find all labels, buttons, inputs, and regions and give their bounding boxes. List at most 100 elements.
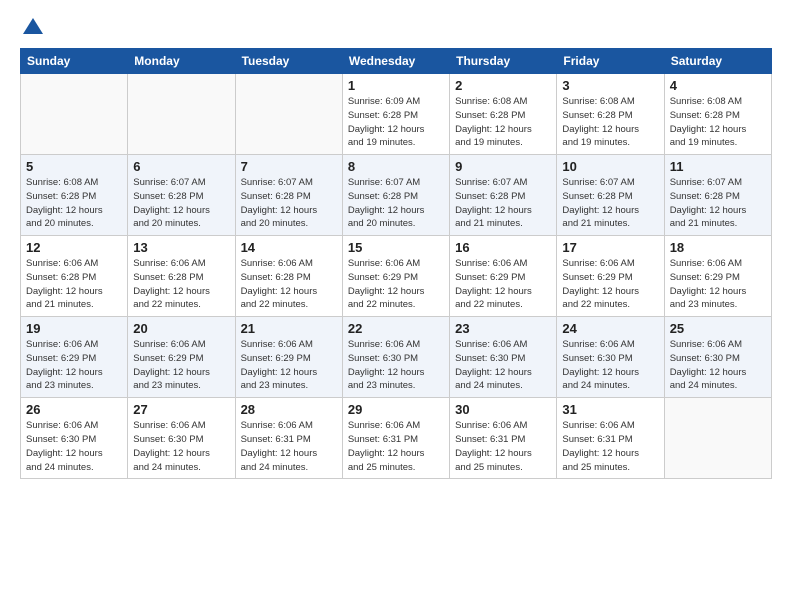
weekday-header-thursday: Thursday bbox=[450, 49, 557, 74]
day-number: 29 bbox=[348, 402, 444, 417]
day-info: Sunrise: 6:07 AM Sunset: 6:28 PM Dayligh… bbox=[348, 176, 444, 231]
day-info: Sunrise: 6:06 AM Sunset: 6:28 PM Dayligh… bbox=[133, 257, 229, 312]
calendar-cell: 3Sunrise: 6:08 AM Sunset: 6:28 PM Daylig… bbox=[557, 74, 664, 155]
day-number: 6 bbox=[133, 159, 229, 174]
calendar-cell: 1Sunrise: 6:09 AM Sunset: 6:28 PM Daylig… bbox=[342, 74, 449, 155]
calendar-cell bbox=[235, 74, 342, 155]
day-number: 19 bbox=[26, 321, 122, 336]
day-info: Sunrise: 6:06 AM Sunset: 6:29 PM Dayligh… bbox=[562, 257, 658, 312]
calendar-cell bbox=[128, 74, 235, 155]
day-info: Sunrise: 6:06 AM Sunset: 6:31 PM Dayligh… bbox=[241, 419, 337, 474]
day-number: 17 bbox=[562, 240, 658, 255]
calendar-cell: 9 Sunrise: 6:07 AM Sunset: 6:28 PM Daylig… bbox=[450, 155, 557, 236]
day-info: Sunrise: 6:06 AM Sunset: 6:31 PM Dayligh… bbox=[455, 419, 551, 474]
day-info: Sunrise: 6:06 AM Sunset: 6:28 PM Dayligh… bbox=[241, 257, 337, 312]
calendar-cell: 21 Sunrise: 6:06 AM Sunset: 6:29 PM Dayli… bbox=[235, 317, 342, 398]
day-number: 9 bbox=[455, 159, 551, 174]
day-number: 27 bbox=[133, 402, 229, 417]
day-number: 10 bbox=[562, 159, 658, 174]
calendar-cell: 2Sunrise: 6:08 AM Sunset: 6:28 PM Daylig… bbox=[450, 74, 557, 155]
day-info: Sunrise: 6:08 AM Sunset: 6:28 PM Dayligh… bbox=[455, 95, 551, 150]
day-info: Sunrise: 6:06 AM Sunset: 6:29 PM Dayligh… bbox=[133, 338, 229, 393]
day-info: Sunrise: 6:08 AM Sunset: 6:28 PM Dayligh… bbox=[670, 95, 766, 150]
day-info: Sunrise: 6:08 AM Sunset: 6:28 PM Dayligh… bbox=[26, 176, 122, 231]
day-info: Sunrise: 6:06 AM Sunset: 6:28 PM Dayligh… bbox=[26, 257, 122, 312]
day-number: 4 bbox=[670, 78, 766, 93]
day-number: 18 bbox=[670, 240, 766, 255]
day-info: Sunrise: 6:07 AM Sunset: 6:28 PM Dayligh… bbox=[241, 176, 337, 231]
calendar-cell: 25 Sunrise: 6:06 AM Sunset: 6:30 PM Dayli… bbox=[664, 317, 771, 398]
day-number: 23 bbox=[455, 321, 551, 336]
day-number: 13 bbox=[133, 240, 229, 255]
calendar-cell: 23 Sunrise: 6:06 AM Sunset: 6:30 PM Dayli… bbox=[450, 317, 557, 398]
calendar-week-row: 19 Sunrise: 6:06 AM Sunset: 6:29 PM Dayli… bbox=[21, 317, 772, 398]
calendar-cell: 22 Sunrise: 6:06 AM Sunset: 6:30 PM Dayli… bbox=[342, 317, 449, 398]
day-number: 11 bbox=[670, 159, 766, 174]
day-info: Sunrise: 6:06 AM Sunset: 6:30 PM Dayligh… bbox=[562, 338, 658, 393]
calendar-table: SundayMondayTuesdayWednesdayThursdayFrid… bbox=[20, 48, 772, 479]
day-info: Sunrise: 6:06 AM Sunset: 6:30 PM Dayligh… bbox=[348, 338, 444, 393]
calendar-cell: 10Sunrise: 6:07 AM Sunset: 6:28 PM Dayli… bbox=[557, 155, 664, 236]
logo bbox=[20, 16, 44, 38]
day-info: Sunrise: 6:06 AM Sunset: 6:29 PM Dayligh… bbox=[26, 338, 122, 393]
day-info: Sunrise: 6:06 AM Sunset: 6:30 PM Dayligh… bbox=[133, 419, 229, 474]
day-info: Sunrise: 6:06 AM Sunset: 6:31 PM Dayligh… bbox=[562, 419, 658, 474]
header bbox=[20, 16, 772, 38]
day-info: Sunrise: 6:07 AM Sunset: 6:28 PM Dayligh… bbox=[670, 176, 766, 231]
calendar-cell: 13 Sunrise: 6:06 AM Sunset: 6:28 PM Dayli… bbox=[128, 236, 235, 317]
calendar-cell: 15 Sunrise: 6:06 AM Sunset: 6:29 PM Dayli… bbox=[342, 236, 449, 317]
day-info: Sunrise: 6:06 AM Sunset: 6:29 PM Dayligh… bbox=[455, 257, 551, 312]
calendar-week-row: 12 Sunrise: 6:06 AM Sunset: 6:28 PM Dayli… bbox=[21, 236, 772, 317]
day-info: Sunrise: 6:06 AM Sunset: 6:29 PM Dayligh… bbox=[670, 257, 766, 312]
calendar-week-row: 1Sunrise: 6:09 AM Sunset: 6:28 PM Daylig… bbox=[21, 74, 772, 155]
calendar-cell: 7 Sunrise: 6:07 AM Sunset: 6:28 PM Daylig… bbox=[235, 155, 342, 236]
day-number: 21 bbox=[241, 321, 337, 336]
day-number: 30 bbox=[455, 402, 551, 417]
weekday-header-sunday: Sunday bbox=[21, 49, 128, 74]
weekday-header-saturday: Saturday bbox=[664, 49, 771, 74]
day-number: 14 bbox=[241, 240, 337, 255]
calendar-cell: 4 Sunrise: 6:08 AM Sunset: 6:28 PM Daylig… bbox=[664, 74, 771, 155]
calendar-cell: 5 Sunrise: 6:08 AM Sunset: 6:28 PM Daylig… bbox=[21, 155, 128, 236]
day-info: Sunrise: 6:07 AM Sunset: 6:28 PM Dayligh… bbox=[133, 176, 229, 231]
calendar-cell bbox=[664, 398, 771, 479]
weekday-header-tuesday: Tuesday bbox=[235, 49, 342, 74]
calendar-cell bbox=[21, 74, 128, 155]
weekday-header-monday: Monday bbox=[128, 49, 235, 74]
calendar-cell: 31 Sunrise: 6:06 AM Sunset: 6:31 PM Dayli… bbox=[557, 398, 664, 479]
day-number: 31 bbox=[562, 402, 658, 417]
calendar-cell: 11 Sunrise: 6:07 AM Sunset: 6:28 PM Dayli… bbox=[664, 155, 771, 236]
day-number: 22 bbox=[348, 321, 444, 336]
calendar-cell: 20 Sunrise: 6:06 AM Sunset: 6:29 PM Dayli… bbox=[128, 317, 235, 398]
calendar-cell: 8 Sunrise: 6:07 AM Sunset: 6:28 PM Daylig… bbox=[342, 155, 449, 236]
day-number: 8 bbox=[348, 159, 444, 174]
calendar-cell: 29Sunrise: 6:06 AM Sunset: 6:31 PM Dayli… bbox=[342, 398, 449, 479]
calendar-week-row: 5 Sunrise: 6:08 AM Sunset: 6:28 PM Daylig… bbox=[21, 155, 772, 236]
calendar-cell: 6 Sunrise: 6:07 AM Sunset: 6:28 PM Daylig… bbox=[128, 155, 235, 236]
calendar-cell: 28Sunrise: 6:06 AM Sunset: 6:31 PM Dayli… bbox=[235, 398, 342, 479]
day-info: Sunrise: 6:09 AM Sunset: 6:28 PM Dayligh… bbox=[348, 95, 444, 150]
day-info: Sunrise: 6:06 AM Sunset: 6:30 PM Dayligh… bbox=[670, 338, 766, 393]
calendar-cell: 18 Sunrise: 6:06 AM Sunset: 6:29 PM Dayli… bbox=[664, 236, 771, 317]
day-info: Sunrise: 6:06 AM Sunset: 6:29 PM Dayligh… bbox=[241, 338, 337, 393]
day-number: 12 bbox=[26, 240, 122, 255]
day-info: Sunrise: 6:07 AM Sunset: 6:28 PM Dayligh… bbox=[455, 176, 551, 231]
calendar-cell: 19 Sunrise: 6:06 AM Sunset: 6:29 PM Dayli… bbox=[21, 317, 128, 398]
page: SundayMondayTuesdayWednesdayThursdayFrid… bbox=[0, 0, 792, 495]
day-number: 7 bbox=[241, 159, 337, 174]
day-info: Sunrise: 6:08 AM Sunset: 6:28 PM Dayligh… bbox=[562, 95, 658, 150]
day-info: Sunrise: 6:06 AM Sunset: 6:30 PM Dayligh… bbox=[26, 419, 122, 474]
calendar-cell: 16Sunrise: 6:06 AM Sunset: 6:29 PM Dayli… bbox=[450, 236, 557, 317]
day-number: 26 bbox=[26, 402, 122, 417]
calendar-week-row: 26 Sunrise: 6:06 AM Sunset: 6:30 PM Dayli… bbox=[21, 398, 772, 479]
day-info: Sunrise: 6:06 AM Sunset: 6:29 PM Dayligh… bbox=[348, 257, 444, 312]
day-number: 24 bbox=[562, 321, 658, 336]
day-number: 25 bbox=[670, 321, 766, 336]
calendar-cell: 14 Sunrise: 6:06 AM Sunset: 6:28 PM Dayli… bbox=[235, 236, 342, 317]
day-number: 5 bbox=[26, 159, 122, 174]
day-number: 15 bbox=[348, 240, 444, 255]
day-number: 20 bbox=[133, 321, 229, 336]
weekday-header-wednesday: Wednesday bbox=[342, 49, 449, 74]
day-info: Sunrise: 6:06 AM Sunset: 6:30 PM Dayligh… bbox=[455, 338, 551, 393]
calendar-cell: 30 Sunrise: 6:06 AM Sunset: 6:31 PM Dayli… bbox=[450, 398, 557, 479]
